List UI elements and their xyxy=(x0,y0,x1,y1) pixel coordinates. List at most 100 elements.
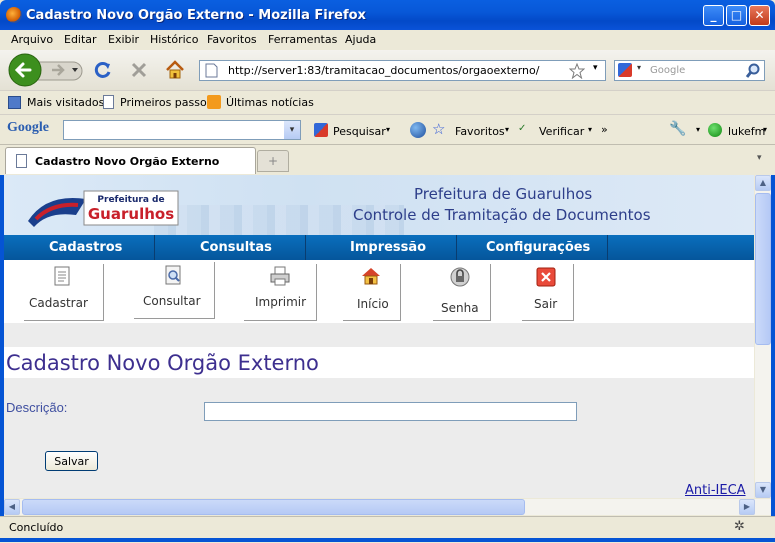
google-verificar-button[interactable]: Verificar xyxy=(539,125,584,138)
bookmark-mais-visitados[interactable]: Mais visitados xyxy=(27,96,104,109)
menu-exibir[interactable]: Exibir xyxy=(108,33,139,46)
vertical-scroll-thumb[interactable] xyxy=(755,193,771,345)
url-dropdown-icon[interactable]: ▾ xyxy=(593,63,598,73)
maximize-button[interactable]: □ xyxy=(726,5,747,26)
search-document-icon xyxy=(165,265,181,285)
google-logo[interactable]: Google xyxy=(7,120,49,136)
tab-list-icon[interactable]: ▾ xyxy=(757,153,762,163)
google-toolbar: Google ▾ Pesquisar ▾ ☆ Favoritos ▾ ✓ Ver… xyxy=(0,114,775,145)
menu-editar[interactable]: Editar xyxy=(64,33,97,46)
scroll-up-icon[interactable]: ▲ xyxy=(755,175,771,191)
nav-configuracoes[interactable]: Configurações xyxy=(486,240,590,255)
menu-bar: Arquivo Editar Exibir Histórico Favorito… xyxy=(0,30,775,50)
senha-label: Senha xyxy=(441,301,479,315)
back-button[interactable] xyxy=(8,53,42,87)
globe-icon[interactable] xyxy=(410,122,426,138)
scroll-left-icon[interactable]: ◀ xyxy=(4,499,20,515)
lock-icon xyxy=(450,267,470,287)
addon-status-icon[interactable]: ✲ xyxy=(734,519,745,534)
search-dropdown-icon[interactable]: ▾ xyxy=(386,125,390,134)
search-engine-dropdown-icon[interactable]: ▾ xyxy=(637,63,641,72)
window-title: Cadastro Novo Orgão Externo - Mozilla Fi… xyxy=(26,8,366,23)
page-banner: Prefeitura de Guarulhos Prefeitura de Gu… xyxy=(4,175,754,235)
spellcheck-icon: ✓ xyxy=(518,123,527,134)
minimize-button[interactable]: _ xyxy=(703,5,724,26)
exit-icon xyxy=(536,267,556,287)
page-icon xyxy=(205,63,218,78)
consultar-button[interactable]: Consultar xyxy=(134,262,215,319)
scroll-right-icon[interactable]: ▶ xyxy=(739,499,755,515)
bookmark-folder-icon xyxy=(8,96,21,109)
banner-title-2: Controle de Tramitação de Documentos xyxy=(353,206,651,224)
anti-ieca-link[interactable]: Anti-IECA xyxy=(685,483,746,498)
close-button[interactable]: ✕ xyxy=(749,5,770,26)
status-text: Concluído xyxy=(9,521,64,534)
search-engine-icon[interactable] xyxy=(618,63,632,77)
google-favoritos-button[interactable]: Favoritos xyxy=(455,125,505,138)
google-search-icon xyxy=(314,123,328,137)
search-box[interactable]: ▾ Google xyxy=(614,60,765,81)
chevron-down-icon[interactable]: ▾ xyxy=(284,121,300,139)
firefox-icon xyxy=(6,7,22,23)
senha-button[interactable]: Senha xyxy=(433,264,491,321)
google-search-input[interactable]: ▾ xyxy=(63,120,301,140)
window-frame-bottom xyxy=(0,538,775,542)
google-search-button[interactable]: Pesquisar xyxy=(333,125,386,138)
nav-cadastros[interactable]: Cadastros xyxy=(49,240,122,255)
wrench-icon[interactable]: 🔧 xyxy=(669,121,686,137)
title-bar: Cadastro Novo Orgão Externo - Mozilla Fi… xyxy=(0,0,775,30)
more-tools-button[interactable]: » xyxy=(601,123,608,136)
home-icon[interactable] xyxy=(165,60,185,80)
stop-icon[interactable] xyxy=(130,61,148,79)
descricao-label: Descrição: xyxy=(6,400,68,415)
prefeitura-logo: Prefeitura de Guarulhos xyxy=(28,190,179,227)
favoritos-dropdown-icon[interactable]: ▾ xyxy=(505,125,509,134)
menu-favoritos[interactable]: Favoritos xyxy=(207,33,257,46)
page-icon xyxy=(16,154,27,168)
account-dropdown-icon[interactable]: ▾ xyxy=(763,125,767,134)
nav-separator xyxy=(607,235,608,260)
cadastrar-button[interactable]: Cadastrar xyxy=(24,264,104,321)
magnifier-icon[interactable] xyxy=(745,63,761,79)
bookmark-ultimas-noticias[interactable]: Últimas notícias xyxy=(226,96,314,109)
consultar-label: Consultar xyxy=(143,294,201,308)
rss-icon xyxy=(207,95,221,109)
inicio-button[interactable]: Início xyxy=(343,264,401,321)
page-viewport: Prefeitura de Guarulhos Prefeitura de Gu… xyxy=(4,175,754,498)
bookmark-primeiros-passos[interactable]: Primeiros passos xyxy=(120,96,212,109)
salvar-button[interactable]: Salvar xyxy=(45,451,98,471)
scroll-down-icon[interactable]: ▼ xyxy=(755,482,771,498)
site-nav-menu: Cadastros Consultas Impressão Configuraç… xyxy=(4,235,754,260)
tab-active[interactable]: Cadastro Novo Orgão Externo xyxy=(5,147,256,174)
reload-icon[interactable] xyxy=(94,61,112,79)
imprimir-button[interactable]: Imprimir xyxy=(244,264,317,321)
tools-dropdown-icon[interactable]: ▾ xyxy=(696,125,700,134)
account-status-icon xyxy=(708,123,722,137)
document-icon xyxy=(54,266,70,286)
new-tab-button[interactable]: + xyxy=(257,150,289,172)
sair-label: Sair xyxy=(534,297,558,311)
menu-historico[interactable]: Histórico xyxy=(150,33,198,46)
menu-ajuda[interactable]: Ajuda xyxy=(345,33,376,46)
tab-title: Cadastro Novo Orgão Externo xyxy=(35,155,220,168)
horizontal-scroll-thumb[interactable] xyxy=(22,499,525,515)
forward-button[interactable] xyxy=(44,62,66,80)
verificar-dropdown-icon[interactable]: ▾ xyxy=(588,125,592,134)
nav-consultas[interactable]: Consultas xyxy=(200,240,272,255)
printer-icon xyxy=(270,266,290,286)
search-placeholder: Google xyxy=(650,65,686,76)
menu-ferramentas[interactable]: Ferramentas xyxy=(268,33,337,46)
bookmarks-toolbar: Mais visitados Primeiros passos Últimas … xyxy=(0,90,775,115)
star-icon[interactable]: ☆ xyxy=(432,120,445,138)
url-text: http://server1:83/tramitacao_documentos/… xyxy=(228,64,540,77)
page-heading: Cadastro Novo Orgão Externo xyxy=(6,351,319,375)
nav-impressao[interactable]: Impressão xyxy=(350,240,426,255)
menu-arquivo[interactable]: Arquivo xyxy=(11,33,53,46)
star-icon[interactable] xyxy=(569,63,585,79)
nav-separator xyxy=(456,235,457,260)
nav-separator xyxy=(154,235,155,260)
account-user[interactable]: lukefm xyxy=(728,125,765,138)
cadastrar-label: Cadastrar xyxy=(29,296,88,310)
descricao-input[interactable] xyxy=(204,402,577,421)
sair-button[interactable]: Sair xyxy=(522,264,574,321)
